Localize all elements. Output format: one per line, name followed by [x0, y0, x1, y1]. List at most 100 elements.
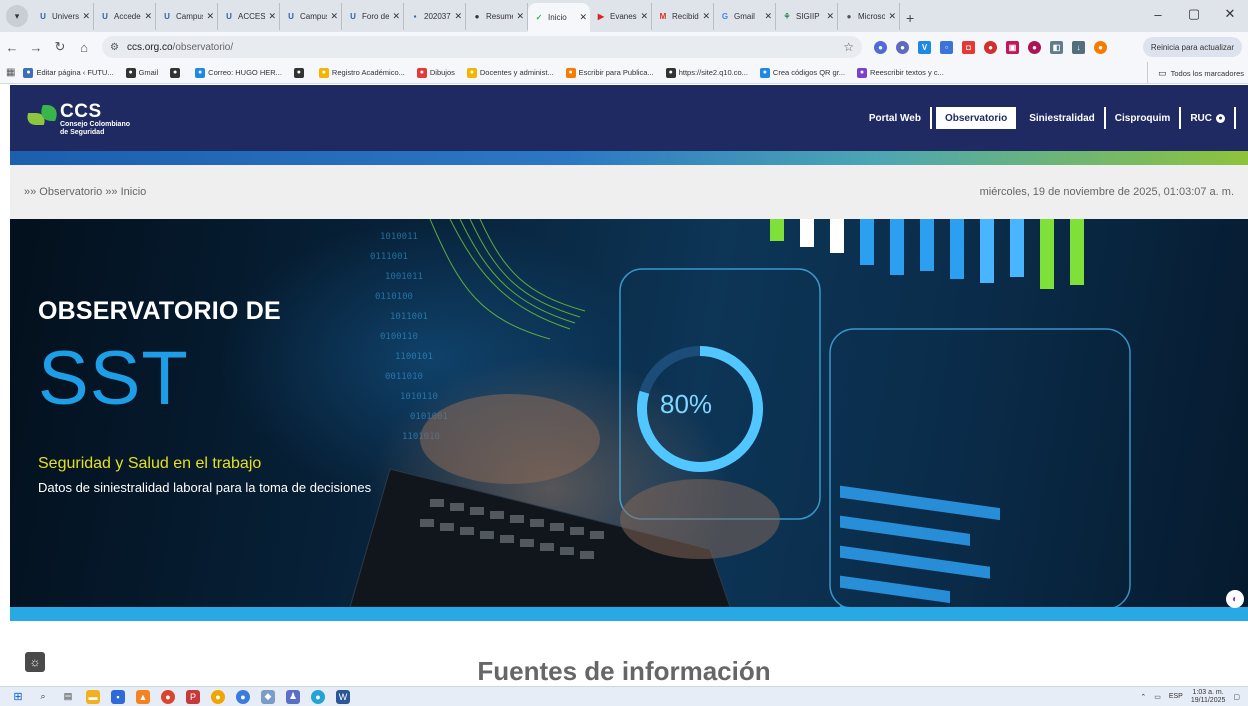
bookmark-star-icon[interactable]: ☆ — [843, 40, 854, 54]
bookmark-item[interactable]: ● — [293, 67, 307, 78]
reload-icon[interactable]: ↻ — [48, 39, 72, 55]
browser-tab[interactable]: U Acceder ✕ — [94, 3, 156, 30]
browser-tab[interactable]: ▪ 2020376✕ — [404, 3, 466, 30]
profile-avatar[interactable]: ● — [1094, 40, 1107, 54]
folder-icon: ▭ — [1158, 67, 1167, 78]
accessibility-widget-icon[interactable]: ◐ — [1226, 590, 1244, 608]
browser-tab[interactable]: ⚘ SIGIIP ✕ — [776, 3, 838, 30]
browser-tab[interactable]: ✓ Inicio ✕ — [528, 3, 590, 32]
extension-icon[interactable]: ● — [874, 40, 887, 54]
network-icon[interactable]: ▭ — [1154, 693, 1161, 701]
start-icon[interactable]: ⊞ — [11, 690, 25, 704]
nav-siniestralidad[interactable]: Siniestralidad — [1020, 107, 1106, 129]
back-icon[interactable]: ← — [0, 40, 24, 55]
bookmark-item[interactable]: ● — [170, 67, 183, 78]
tab-close-icon[interactable]: ✕ — [144, 11, 152, 22]
browser-tab[interactable]: U Foro de ✕ — [342, 3, 404, 30]
tab-favicon: ▶ — [597, 11, 605, 21]
nav-observatorio[interactable]: Observatorio — [935, 107, 1017, 129]
browser-tab[interactable]: U Campus ✕ — [156, 3, 218, 30]
ccs-logo[interactable]: CCS Consejo Colombiano de Seguridad — [23, 102, 130, 137]
nav-portal-web[interactable]: Portal Web — [860, 107, 932, 129]
site-info-icon[interactable]: ⚙ — [110, 42, 119, 53]
browser-tab[interactable]: ● Microsoft✕ — [838, 3, 900, 30]
browser-tab[interactable]: ● Resumen✕ — [466, 3, 528, 30]
tab-close-icon[interactable]: ✕ — [268, 11, 276, 22]
browser-tab[interactable]: ▶ Evanesc✕ — [590, 3, 652, 30]
bookmark-item[interactable]: ● Gmail — [125, 67, 158, 78]
tab-close-icon[interactable]: ✕ — [206, 11, 214, 22]
app-icon[interactable]: ◆ — [261, 689, 275, 704]
download-icon[interactable]: ↓ — [1072, 40, 1085, 54]
extension-icon[interactable]: ● — [984, 40, 997, 54]
notification-icon[interactable]: ▢ — [1233, 693, 1240, 701]
browser-tab[interactable]: G Gmail ✕ — [714, 3, 776, 30]
search-icon[interactable]: ⌕ — [36, 690, 50, 704]
tab-close-icon[interactable]: ✕ — [454, 11, 462, 22]
bookmark-favicon: ● — [665, 67, 676, 78]
app-icon[interactable]: P — [186, 689, 200, 704]
clock[interactable]: 1:03 a. m. 19/11/2025 — [1191, 689, 1226, 705]
nav-cisproquim[interactable]: Cisproquim — [1106, 107, 1182, 129]
extensions-puzzle-icon[interactable]: ◧ — [1050, 40, 1063, 54]
bookmark-item[interactable]: ● Reescribir textos y c... — [857, 67, 944, 78]
tab-close-icon[interactable]: ✕ — [764, 11, 772, 22]
new-tab-button[interactable]: + — [906, 10, 914, 26]
browser-tab[interactable]: U ACCESIT✕ — [218, 3, 280, 30]
bookmark-item[interactable]: ● Docentes y administ... — [466, 67, 554, 78]
browser-tab[interactable]: M Recibido✕ — [652, 3, 714, 30]
tab-close-icon[interactable]: ✕ — [82, 11, 90, 22]
update-browser-button[interactable]: Reinicia para actualizar — [1142, 37, 1242, 57]
maximize-button[interactable]: ▢ — [1176, 6, 1212, 22]
language-indicator[interactable]: ESP — [1169, 693, 1183, 700]
tab-close-icon[interactable]: ✕ — [826, 11, 834, 22]
extension-icon[interactable]: ▫ — [940, 40, 953, 54]
word-icon[interactable]: W — [336, 689, 350, 704]
tab-close-icon[interactable]: ✕ — [392, 11, 400, 22]
forward-icon[interactable]: → — [24, 40, 48, 55]
close-window-button[interactable]: ✕ — [1212, 6, 1248, 22]
app-icon[interactable]: ♟ — [286, 689, 300, 704]
extension-icon[interactable]: ◘ — [962, 40, 975, 54]
browser-tab[interactable]: U Universit✕ — [32, 3, 94, 30]
bookmark-item[interactable]: ● Correo: HUGO HER... — [195, 67, 282, 78]
app-icon[interactable]: ● — [311, 689, 325, 704]
all-bookmarks-folder[interactable]: ▭ Todos los marcadores — [1147, 62, 1248, 83]
tab-close-icon[interactable]: ✕ — [702, 11, 710, 22]
svg-text:1001011: 1001011 — [385, 272, 423, 282]
tab-favicon: ● — [846, 11, 852, 21]
extension-icon[interactable]: ▣ — [1006, 40, 1019, 54]
app-icon[interactable]: ▪ — [111, 689, 125, 704]
tab-close-icon[interactable]: ✕ — [516, 11, 524, 22]
breadcrumb[interactable]: »» Observatorio »» Inicio — [24, 186, 146, 198]
tab-close-icon[interactable]: ✕ — [888, 11, 896, 22]
app-icon[interactable]: ● — [161, 689, 175, 704]
app-icon[interactable]: ▲ — [136, 689, 150, 704]
chevron-up-icon[interactable]: ⌃ — [1140, 693, 1146, 701]
tab-close-icon[interactable]: ✕ — [330, 11, 338, 22]
bookmark-item[interactable]: ● https://site2.q10.co... — [665, 67, 748, 78]
nav-ruc[interactable]: RUC ● — [1181, 107, 1236, 129]
minimize-button[interactable]: – — [1140, 7, 1176, 22]
apps-grid-icon[interactable]: ▦ — [6, 67, 15, 78]
home-icon[interactable]: ⌂ — [72, 40, 96, 55]
bookmark-label: https://site2.q10.co... — [678, 68, 748, 77]
bookmark-item[interactable]: ● Escribir para Publica... — [565, 67, 654, 78]
tab-search-icon[interactable]: ▾ — [6, 5, 28, 27]
extension-icon[interactable]: V — [918, 40, 931, 54]
browser-tab[interactable]: U Campus ✕ — [280, 3, 342, 30]
extension-icon[interactable]: ● — [1028, 40, 1041, 54]
task-view-icon[interactable]: ▤ — [61, 690, 75, 704]
svg-text:1010110: 1010110 — [400, 392, 438, 402]
file-explorer-icon[interactable]: ▬ — [86, 689, 100, 704]
bookmark-item[interactable]: ● Editar página ‹ FUTU... — [23, 67, 114, 78]
bookmark-item[interactable]: ● Crea códigos QR gr... — [759, 67, 845, 78]
bookmark-item[interactable]: ● Registro Académico... — [318, 67, 405, 78]
address-bar[interactable]: ⚙ ccs.org.co/observatorio/ ☆ — [102, 36, 862, 58]
extension-icon[interactable]: ● — [896, 40, 909, 54]
tab-close-icon[interactable]: ✕ — [640, 11, 648, 22]
app-icon[interactable]: ● — [211, 689, 225, 704]
tab-close-icon[interactable]: ✕ — [579, 12, 587, 23]
chrome-icon[interactable]: ● — [236, 689, 250, 704]
bookmark-item[interactable]: ● Dibujos — [416, 67, 455, 78]
